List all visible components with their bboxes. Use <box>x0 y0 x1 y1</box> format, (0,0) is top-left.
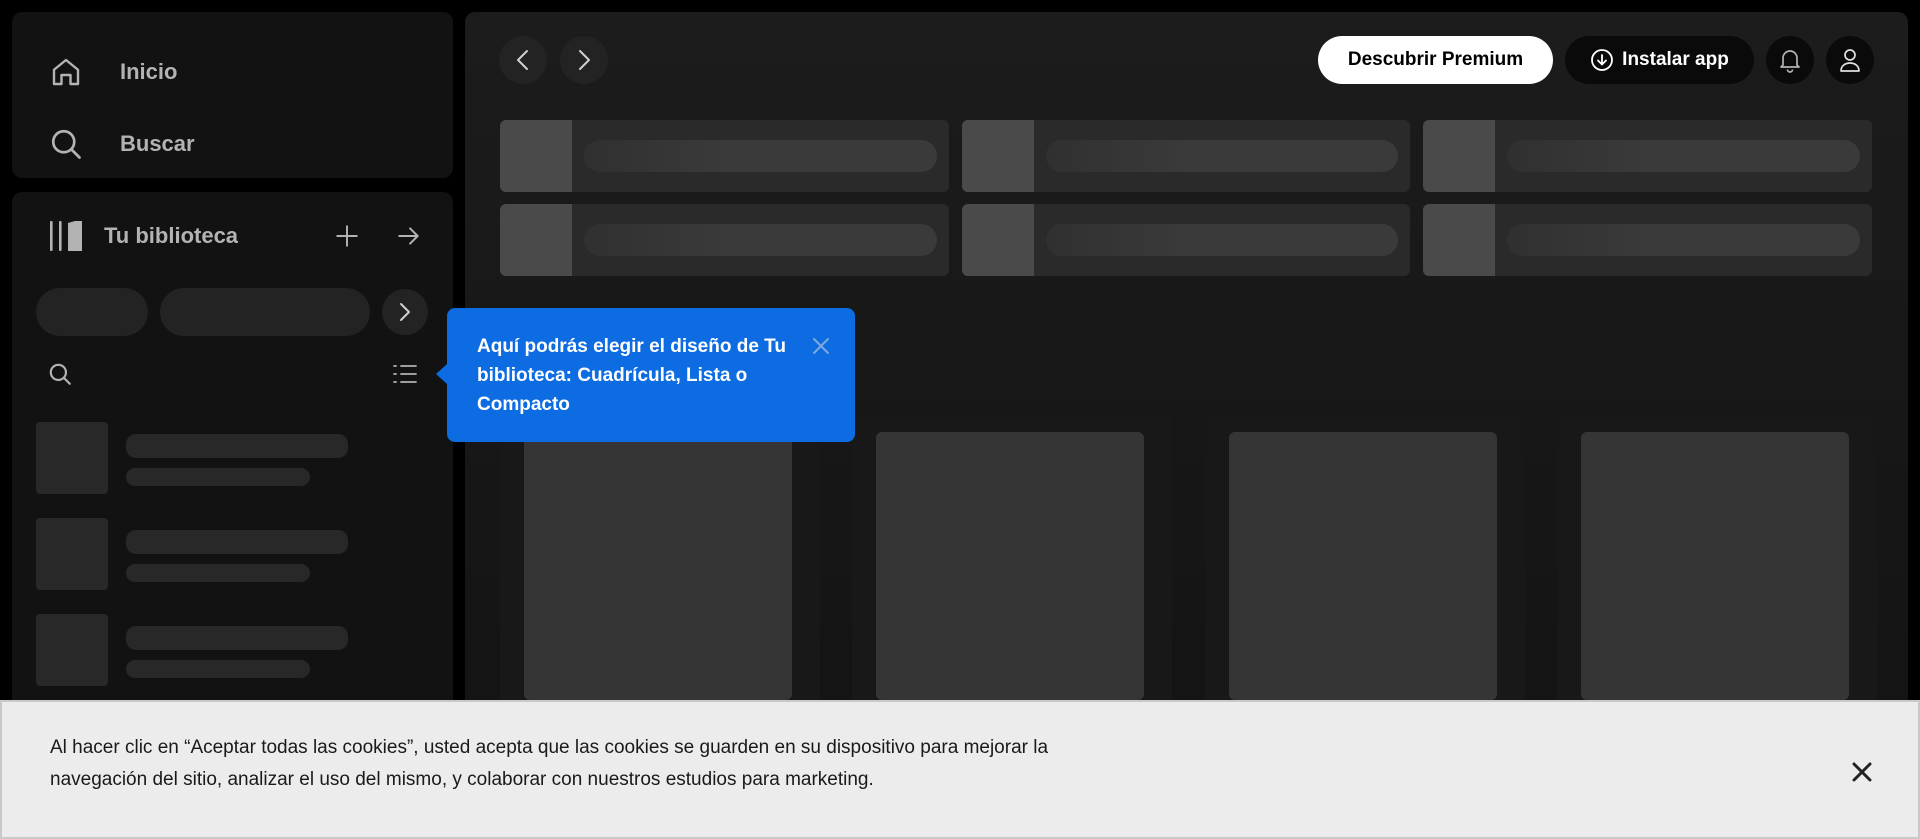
filter-pill[interactable] <box>36 288 148 336</box>
home-icon <box>46 52 86 92</box>
install-app-button[interactable]: Instalar app <box>1565 36 1754 84</box>
list-item-subtitle-placeholder <box>126 564 310 582</box>
list-item-title-placeholder <box>126 626 348 650</box>
list-item-thumb <box>36 422 108 494</box>
library-actions <box>327 216 429 256</box>
chevron-right-icon <box>579 50 590 70</box>
cookie-banner-text: Al hacer clic en “Aceptar todas las cook… <box>50 737 1049 790</box>
library-layout-tooltip: Aquí podrás elegir el diseño de Tu bibli… <box>436 308 855 442</box>
shortcut-card[interactable] <box>500 120 949 192</box>
notifications-button[interactable] <box>1766 36 1814 84</box>
search-icon <box>46 124 86 164</box>
download-icon <box>1591 49 1614 71</box>
media-card-art <box>1229 432 1497 700</box>
media-card-art <box>524 432 792 700</box>
shortcut-card[interactable] <box>500 204 949 276</box>
close-icon[interactable] <box>1844 754 1880 790</box>
list-item-subtitle-placeholder <box>126 468 310 486</box>
nav-panel: Inicio Buscar <box>12 12 453 178</box>
discover-premium-button[interactable]: Descubrir Premium <box>1318 36 1553 84</box>
library-icon[interactable] <box>46 216 86 256</box>
filter-pill[interactable] <box>160 288 370 336</box>
list-icon[interactable] <box>385 354 425 394</box>
back-button[interactable] <box>499 36 547 84</box>
chevron-left-icon <box>517 50 528 70</box>
user-icon <box>1840 49 1860 72</box>
media-card-art <box>876 432 1144 700</box>
list-item-thumb <box>36 518 108 590</box>
library-title[interactable]: Tu biblioteca <box>104 223 238 249</box>
media-card-art <box>1581 432 1849 700</box>
list-item-thumb <box>36 614 108 686</box>
list-item-title-placeholder <box>126 530 348 554</box>
shortcut-card[interactable] <box>962 120 1410 192</box>
shortcut-card[interactable] <box>962 204 1410 276</box>
forward-button[interactable] <box>560 36 608 84</box>
shortcut-card[interactable] <box>1423 204 1872 276</box>
plus-icon[interactable] <box>327 216 367 256</box>
nav-search-label: Buscar <box>120 131 195 156</box>
tooltip-text: Aquí podrás elegir el diseño de Tu bibli… <box>477 336 786 415</box>
close-icon[interactable] <box>809 334 833 358</box>
cookie-banner: Al hacer clic en “Aceptar todas las cook… <box>0 700 1920 839</box>
nav-search-link[interactable]: Buscar <box>46 124 195 164</box>
profile-button[interactable] <box>1826 36 1874 84</box>
list-item-subtitle-placeholder <box>126 660 310 678</box>
bell-icon <box>1780 50 1800 73</box>
library-header: Tu biblioteca <box>46 212 429 260</box>
install-app-label: Instalar app <box>1622 49 1729 70</box>
library-search-icon[interactable] <box>40 354 80 394</box>
nav-home-label: Inicio <box>120 59 178 84</box>
shortcut-card[interactable] <box>1423 120 1872 192</box>
nav-home-link[interactable]: Inicio <box>46 52 177 92</box>
filter-scroll-button[interactable] <box>382 289 428 335</box>
list-item-title-placeholder <box>126 434 348 458</box>
arrow-right-icon[interactable] <box>389 216 429 256</box>
